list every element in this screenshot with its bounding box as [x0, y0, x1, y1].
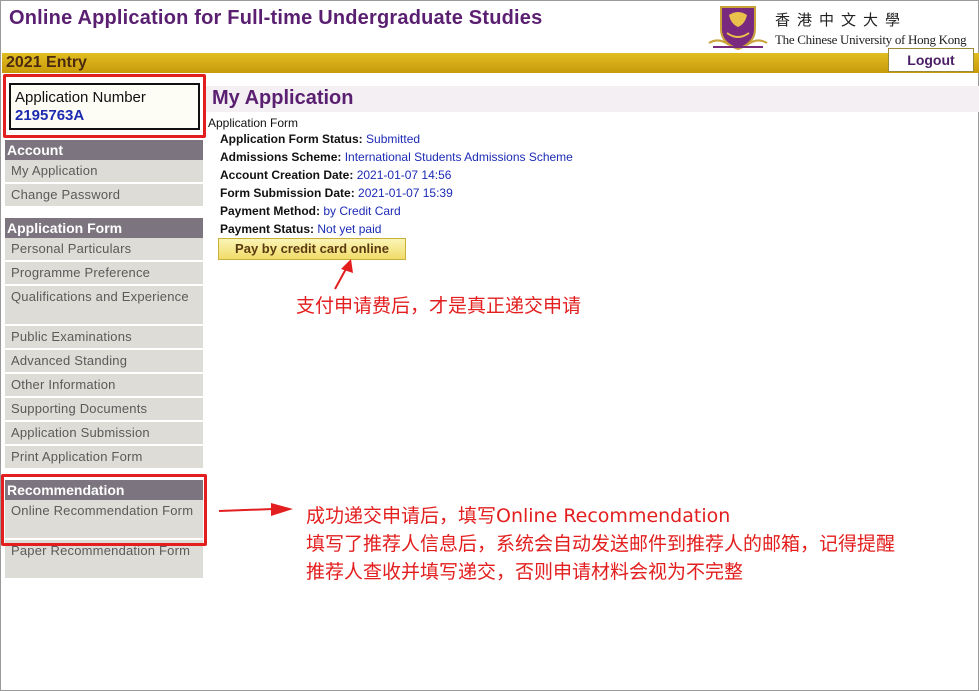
recommendation-annotation-line-2: 填写了推荐人信息后，系统会自动发送邮件到推荐人的邮箱，记得提醒: [306, 533, 896, 555]
field-label: Payment Method:: [220, 204, 321, 218]
sidebar-item-qualifications[interactable]: Qualifications and Experience: [5, 286, 203, 326]
sidebar-item-application-submission[interactable]: Application Submission: [5, 422, 203, 446]
field-value: 2021-01-07 15:39: [358, 186, 453, 200]
highlight-application-number: [3, 74, 206, 138]
university-logo: 香港中文大學 The Chinese University of Hong Ko…: [707, 3, 975, 51]
application-form-menu: Application Form Personal Particulars Pr…: [5, 218, 203, 470]
sidebar-item-public-examinations[interactable]: Public Examinations: [5, 326, 203, 350]
sidebar-item-programme-preference[interactable]: Programme Preference: [5, 262, 203, 286]
recommendation-annotation-line-1: 成功递交申请后，填写Online Recommendation: [306, 505, 731, 527]
page-title-bar: My Application: [206, 86, 979, 112]
field-label: Form Submission Date:: [220, 186, 355, 200]
highlight-recommendation: [1, 474, 207, 546]
field-value: Submitted: [366, 132, 421, 146]
university-name-en: The Chinese University of Hong Kong: [775, 32, 967, 47]
field-value: 2021-01-07 14:56: [356, 168, 452, 182]
field-form-submission-date: Form Submission Date: 2021-01-07 15:39: [220, 184, 453, 202]
site-title: Online Application for Full-time Undergr…: [9, 7, 543, 29]
sidebar-item-paper-recommendation[interactable]: Paper Recommendation Form: [5, 540, 203, 580]
arrow-up-icon: [334, 259, 353, 290]
entry-bar: 2021 Entry: [2, 53, 979, 73]
university-name-zh: 香港中文大學: [775, 11, 908, 29]
menu-heading-application-form: Application Form: [5, 218, 203, 238]
field-value: International Students Admissions Scheme: [344, 150, 573, 164]
field-label: Payment Status:: [220, 222, 315, 236]
account-menu: Account My Application Change Password: [5, 140, 203, 208]
crest-icon: [708, 6, 768, 51]
sidebar-item-personal-particulars[interactable]: Personal Particulars: [5, 238, 203, 262]
payment-annotation: 支付申请费后，才是真正递交申请: [296, 295, 582, 317]
logout-button[interactable]: Logout: [888, 48, 974, 72]
field-label: Admissions Scheme:: [220, 150, 342, 164]
page-frame: Online Application for Full-time Undergr…: [0, 0, 979, 691]
section-label: Application Form: [208, 116, 299, 130]
sidebar-item-print-application-form[interactable]: Print Application Form: [5, 446, 203, 470]
recommendation-annotation-line-3: 推荐人查收并填写递交，否则申请材料会视为不完整: [306, 561, 744, 583]
entry-year: 2021 Entry: [6, 54, 87, 71]
sidebar-item-supporting-documents[interactable]: Supporting Documents: [5, 398, 203, 422]
arrow-right-icon: [218, 503, 293, 516]
field-label: Application Form Status:: [220, 132, 363, 146]
field-payment-method: Payment Method: by Credit Card: [220, 202, 401, 220]
sidebar-item-other-information[interactable]: Other Information: [5, 374, 203, 398]
page-title: My Application: [212, 87, 354, 109]
field-label: Account Creation Date:: [220, 168, 354, 182]
field-account-creation-date: Account Creation Date: 2021-01-07 14:56: [220, 166, 451, 184]
sidebar-item-change-password[interactable]: Change Password: [5, 184, 203, 208]
sidebar-item-advanced-standing[interactable]: Advanced Standing: [5, 350, 203, 374]
field-value: Not yet paid: [317, 222, 382, 236]
menu-heading-account: Account: [5, 140, 203, 160]
field-payment-status: Payment Status: Not yet paid: [220, 220, 381, 238]
field-value: by Credit Card: [323, 204, 401, 218]
pay-by-credit-card-button[interactable]: Pay by credit card online: [218, 238, 406, 260]
field-form-status: Application Form Status: Submitted: [220, 130, 420, 148]
field-admissions-scheme: Admissions Scheme: International Student…: [220, 148, 573, 166]
sidebar-item-my-application[interactable]: My Application: [5, 160, 203, 184]
